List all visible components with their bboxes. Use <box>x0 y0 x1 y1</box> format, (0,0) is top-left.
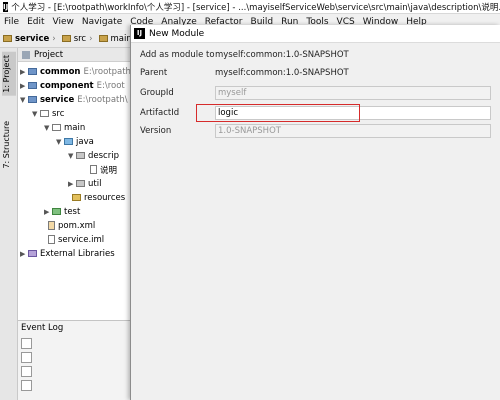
maven-pom-icon <box>48 221 55 230</box>
groupid-row: GroupId myself <box>131 85 500 101</box>
collapse-arrow-icon[interactable]: ▼ <box>44 124 52 132</box>
properties-file-icon <box>90 165 97 174</box>
project-icon <box>22 50 30 59</box>
mark-read-icon[interactable] <box>21 352 32 363</box>
tree-item-service-iml[interactable]: service.iml <box>40 233 104 246</box>
expand-arrow-icon[interactable]: ▶ <box>20 82 28 90</box>
expand-arrow-icon[interactable]: ▶ <box>20 68 28 76</box>
module-icon <box>28 82 37 89</box>
tree-item-test[interactable]: ▶ test <box>44 205 80 218</box>
settings-icon[interactable] <box>21 338 32 349</box>
clear-all-icon[interactable] <box>21 366 32 377</box>
folder-icon <box>98 35 108 42</box>
artifactid-highlight-box <box>196 104 360 122</box>
menu-navigate[interactable]: Navigate <box>78 17 126 27</box>
version-row: Version 1.0-SNAPSHOT <box>131 123 500 139</box>
tree-item-pom-xml[interactable]: pom.xml <box>40 219 95 232</box>
intellij-app-icon: IJ <box>3 1 9 12</box>
tree-item-java[interactable]: ▼ java <box>56 135 94 148</box>
folder-icon <box>52 124 61 131</box>
event-log-panel: Event Log <box>18 320 130 400</box>
breadcrumb-item-main[interactable]: main <box>96 34 130 44</box>
folder-icon <box>61 35 71 42</box>
chevron-right-icon: › <box>52 33 56 44</box>
tree-item-component[interactable]: ▶ component E:\root <box>20 79 125 92</box>
resources-folder-icon <box>72 194 81 201</box>
tree-item-description[interactable]: ▼ descrip <box>68 149 119 162</box>
groupid-field: myself <box>215 86 491 100</box>
expand-arrow-icon[interactable]: ▶ <box>44 208 52 216</box>
add-as-module-label: Add as module to <box>140 50 215 60</box>
module-icon <box>28 68 37 75</box>
menu-file[interactable]: File <box>0 17 23 27</box>
add-as-module-value[interactable]: myself:common:1.0-SNAPSHOT <box>215 50 349 60</box>
tab-structure[interactable]: 7: Structure <box>2 118 16 172</box>
package-icon <box>76 180 85 187</box>
iml-file-icon <box>48 235 55 244</box>
menu-edit[interactable]: Edit <box>23 17 48 27</box>
tree-item-external-libraries[interactable]: ▶ External Libraries <box>20 247 115 260</box>
collapse-arrow-icon[interactable]: ▼ <box>32 110 40 118</box>
breadcrumb: service › src › main <box>0 30 130 48</box>
intellij-app-icon: IJ <box>134 28 145 39</box>
tree-item-common[interactable]: ▶ common E:\rootpath\ <box>20 65 130 78</box>
module-icon <box>28 96 37 103</box>
menu-view[interactable]: View <box>49 17 78 27</box>
tree-item-resources[interactable]: resources <box>64 191 125 204</box>
project-panel: Project ▶ common E:\rootpath\ ▶ componen… <box>18 48 130 320</box>
window-title: 个人学习 - [E:\rootpath\workInfo\个人学习] - [se… <box>11 2 500 13</box>
package-icon <box>76 152 85 159</box>
breadcrumb-item-service[interactable]: service › <box>0 34 59 44</box>
library-icon <box>28 250 37 257</box>
parent-row: Parent myself:common:1.0-SNAPSHOT <box>131 65 500 81</box>
parent-value[interactable]: myself:common:1.0-SNAPSHOT <box>215 68 349 78</box>
collapse-arrow-icon[interactable]: ▼ <box>68 152 76 160</box>
tree-item-src[interactable]: ▼ src <box>32 107 64 120</box>
folder-icon <box>40 110 49 117</box>
tree-item-main[interactable]: ▼ main <box>44 121 85 134</box>
dialog-titlebar: IJ New Module <box>131 25 500 43</box>
event-log-header: Event Log <box>21 323 64 333</box>
collapse-arrow-icon[interactable]: ▼ <box>20 96 28 104</box>
tree-item-service[interactable]: ▼ service E:\rootpath\ <box>20 93 128 106</box>
chevron-right-icon: › <box>89 33 93 44</box>
module-folder-icon <box>3 35 12 42</box>
new-module-dialog: IJ New Module Add as module to myself:co… <box>130 25 500 400</box>
breadcrumb-item-src[interactable]: src › <box>59 34 96 44</box>
add-as-module-row: Add as module to myself:common:1.0-SNAPS… <box>131 47 500 63</box>
source-folder-icon <box>64 138 73 145</box>
artifactid-label: ArtifactId <box>140 108 180 118</box>
expand-arrow-icon[interactable]: ▶ <box>68 180 76 188</box>
project-panel-header: Project <box>18 48 130 62</box>
groupid-label: GroupId <box>140 88 174 98</box>
parent-label: Parent <box>140 68 168 78</box>
left-tool-strip: 1: Project 7: Structure <box>0 48 18 400</box>
tree-item-util[interactable]: ▶ util <box>68 177 101 190</box>
tree-item-readme-properties[interactable]: 说明 <box>90 163 117 176</box>
collapse-arrow-icon[interactable]: ▼ <box>56 138 64 146</box>
version-label: Version <box>140 126 172 136</box>
test-folder-icon <box>52 208 61 215</box>
tab-project[interactable]: 1: Project <box>2 52 16 96</box>
expand-arrow-icon[interactable]: ▶ <box>20 250 28 258</box>
window-titlebar: IJ 个人学习 - [E:\rootpath\workInfo\个人学习] - … <box>0 0 500 14</box>
help-icon[interactable] <box>21 380 32 391</box>
dialog-title: New Module <box>149 28 205 39</box>
version-field: 1.0-SNAPSHOT <box>215 124 491 138</box>
